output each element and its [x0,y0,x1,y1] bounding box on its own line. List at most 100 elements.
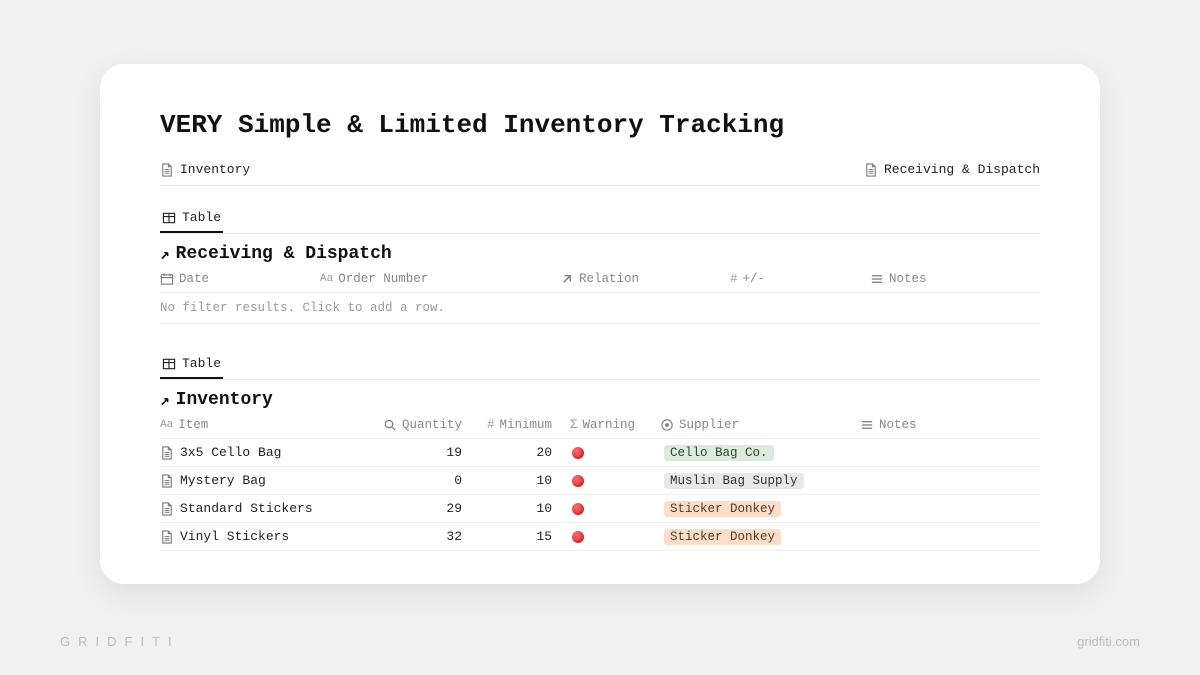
cell-supplier: Sticker Donkey [660,501,860,517]
text-type-icon: Aa [320,273,333,285]
rd-tab-row: Table [160,204,1040,234]
table-row[interactable]: Mystery Bag 010 Muslin Bag Supply [160,467,1040,495]
arrow-ne-icon: ↗ [160,390,170,410]
cell-item: Mystery Bag [160,473,380,488]
cell-warning [570,503,660,515]
supplier-tag: Sticker Donkey [664,529,781,545]
col-date-label: Date [179,272,209,286]
item-name: Vinyl Stickers [180,529,289,544]
col-order-number-label: Order Number [338,272,428,286]
cell-item: Vinyl Stickers [160,529,380,544]
col-notes-label: Notes [889,272,927,286]
page-icon [160,474,174,488]
warning-dot-icon [572,531,584,543]
col-relation[interactable]: Relation [560,272,730,286]
cell-quantity: 29 [380,501,480,516]
col-quantity[interactable]: Quantity [380,418,480,432]
radio-icon [660,418,674,432]
col-item[interactable]: Aa Item [160,418,380,432]
cell-supplier: Muslin Bag Supply [660,473,860,489]
col-date[interactable]: Date [160,272,320,286]
supplier-tag: Sticker Donkey [664,501,781,517]
supplier-tag: Muslin Bag Supply [664,473,804,489]
table-row[interactable]: Standard Stickers 2910 Sticker Donkey [160,495,1040,523]
cell-item: 3x5 Cello Bag [160,445,380,460]
rd-column-header: Date Aa Order Number Relation # +/- Note… [160,264,1040,293]
table-icon [162,357,176,371]
number-icon: # [730,272,738,286]
calendar-icon [160,272,174,286]
table-row[interactable]: 3x5 Cello Bag 1920 Cello Bag Co. [160,439,1040,467]
tab-table[interactable]: Table [160,204,223,233]
page-icon [160,502,174,516]
cell-supplier: Sticker Donkey [660,529,860,545]
cell-item: Standard Stickers [160,501,380,516]
rd-empty-row[interactable]: No filter results. Click to add a row. [160,293,1040,324]
text-type-icon: Aa [160,419,173,431]
warning-dot-icon [572,447,584,459]
warning-dot-icon [572,475,584,487]
search-icon [383,418,397,432]
page-title: VERY Simple & Limited Inventory Tracking [160,110,1040,140]
cell-minimum: 10 [480,473,570,488]
inv-title-row[interactable]: ↗ Inventory [160,390,1040,410]
tab-table-inventory[interactable]: Table [160,350,223,379]
page-icon [160,530,174,544]
formula-icon: Σ [570,418,578,432]
col-supplier[interactable]: Supplier [660,418,860,432]
link-receiving-dispatch[interactable]: Receiving & Dispatch [864,162,1040,177]
col-warning[interactable]: Σ Warning [570,418,660,432]
col-minimum[interactable]: # Minimum [480,418,570,432]
cell-warning [570,475,660,487]
col-plus-minus-label: +/- [743,272,766,286]
cell-minimum: 20 [480,445,570,460]
cell-quantity: 32 [380,529,480,544]
cell-warning [570,531,660,543]
rd-title-row[interactable]: ↗ Receiving & Dispatch [160,244,1040,264]
link-inventory[interactable]: Inventory [160,162,250,177]
col-supplier-label: Supplier [679,418,739,432]
cell-supplier: Cello Bag Co. [660,445,860,461]
col-notes[interactable]: Notes [870,272,1030,286]
arrow-ne-icon: ↗ [160,244,170,264]
rd-empty-message: No filter results. Click to add a row. [160,301,1040,315]
col-relation-label: Relation [579,272,639,286]
link-receiving-dispatch-label: Receiving & Dispatch [884,162,1040,177]
branding-left: GRIDFITI [60,634,180,649]
cell-quantity: 19 [380,445,480,460]
inventory-table-body: 3x5 Cello Bag 1920 Cello Bag Co. Mystery Ba… [160,439,1040,551]
cell-warning [570,447,660,459]
item-name: Standard Stickers [180,501,313,516]
number-icon: # [487,418,495,432]
col-plus-minus[interactable]: # +/- [730,272,870,286]
item-name: 3x5 Cello Bag [180,445,281,460]
top-links-row: Inventory Receiving & Dispatch [160,162,1040,186]
lines-icon [870,272,884,286]
col-item-label: Item [178,418,208,432]
lines-icon [860,418,874,432]
tab-label: Table [182,356,221,371]
table-icon [162,211,176,225]
page-icon [160,163,174,177]
main-card: VERY Simple & Limited Inventory Tracking… [100,64,1100,584]
page-icon [160,446,174,460]
tab-label: Table [182,210,221,225]
item-name: Mystery Bag [180,473,266,488]
cell-quantity: 0 [380,473,480,488]
cell-minimum: 10 [480,501,570,516]
col-order-number[interactable]: Aa Order Number [320,272,560,286]
col-minimum-label: Minimum [499,418,552,432]
col-notes-inv[interactable]: Notes [860,418,1020,432]
col-notes-inv-label: Notes [879,418,917,432]
page-icon [864,163,878,177]
inv-title: Inventory [176,390,273,410]
col-quantity-label: Quantity [402,418,462,432]
inv-tab-row: Table [160,350,1040,380]
relation-icon [560,272,574,286]
branding-right: gridfiti.com [1077,634,1140,649]
warning-dot-icon [572,503,584,515]
supplier-tag: Cello Bag Co. [664,445,774,461]
table-row[interactable]: Vinyl Stickers3215Sticker Donkey [160,523,1040,551]
inv-column-header: Aa Item Quantity # Minimum Σ Warning Sup… [160,410,1040,439]
col-warning-label: Warning [583,418,636,432]
